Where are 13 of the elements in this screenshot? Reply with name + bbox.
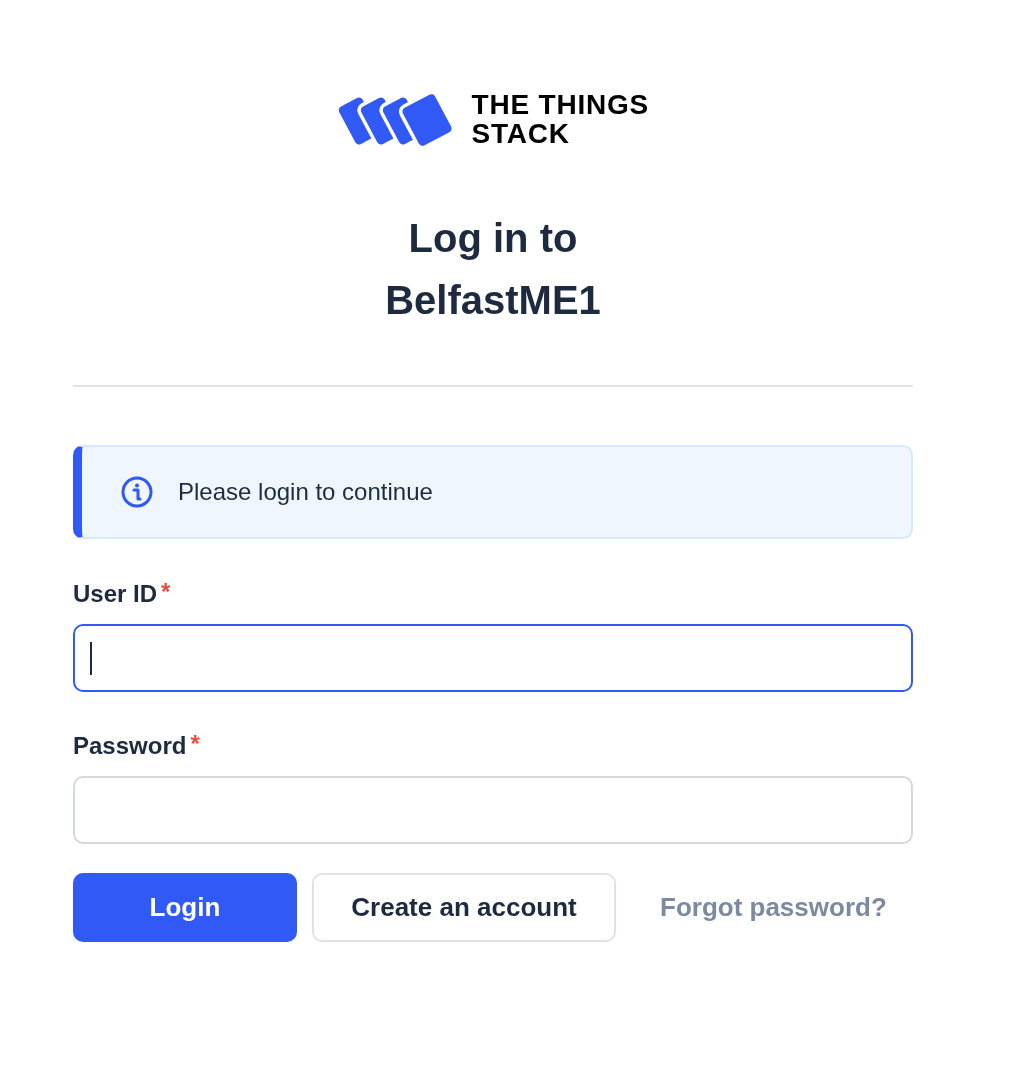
info-icon	[121, 476, 153, 508]
field-label: User ID	[73, 579, 158, 609]
create-account-button[interactable]: Create an account	[312, 873, 616, 942]
logo-wordmark: THE THINGS STACK	[471, 90, 650, 148]
notice-text: Please login to continue	[178, 477, 433, 507]
login-button[interactable]: Login	[73, 873, 297, 942]
page-heading: Log in to BelfastME1	[384, 215, 602, 324]
required-mark: *	[190, 731, 200, 757]
text-cursor-icon	[90, 642, 92, 675]
input-field[interactable]	[73, 624, 913, 692]
required-mark: *	[161, 579, 171, 605]
field-label: Password	[73, 731, 187, 761]
forgot-password-link[interactable]: Forgot password?	[660, 892, 887, 923]
